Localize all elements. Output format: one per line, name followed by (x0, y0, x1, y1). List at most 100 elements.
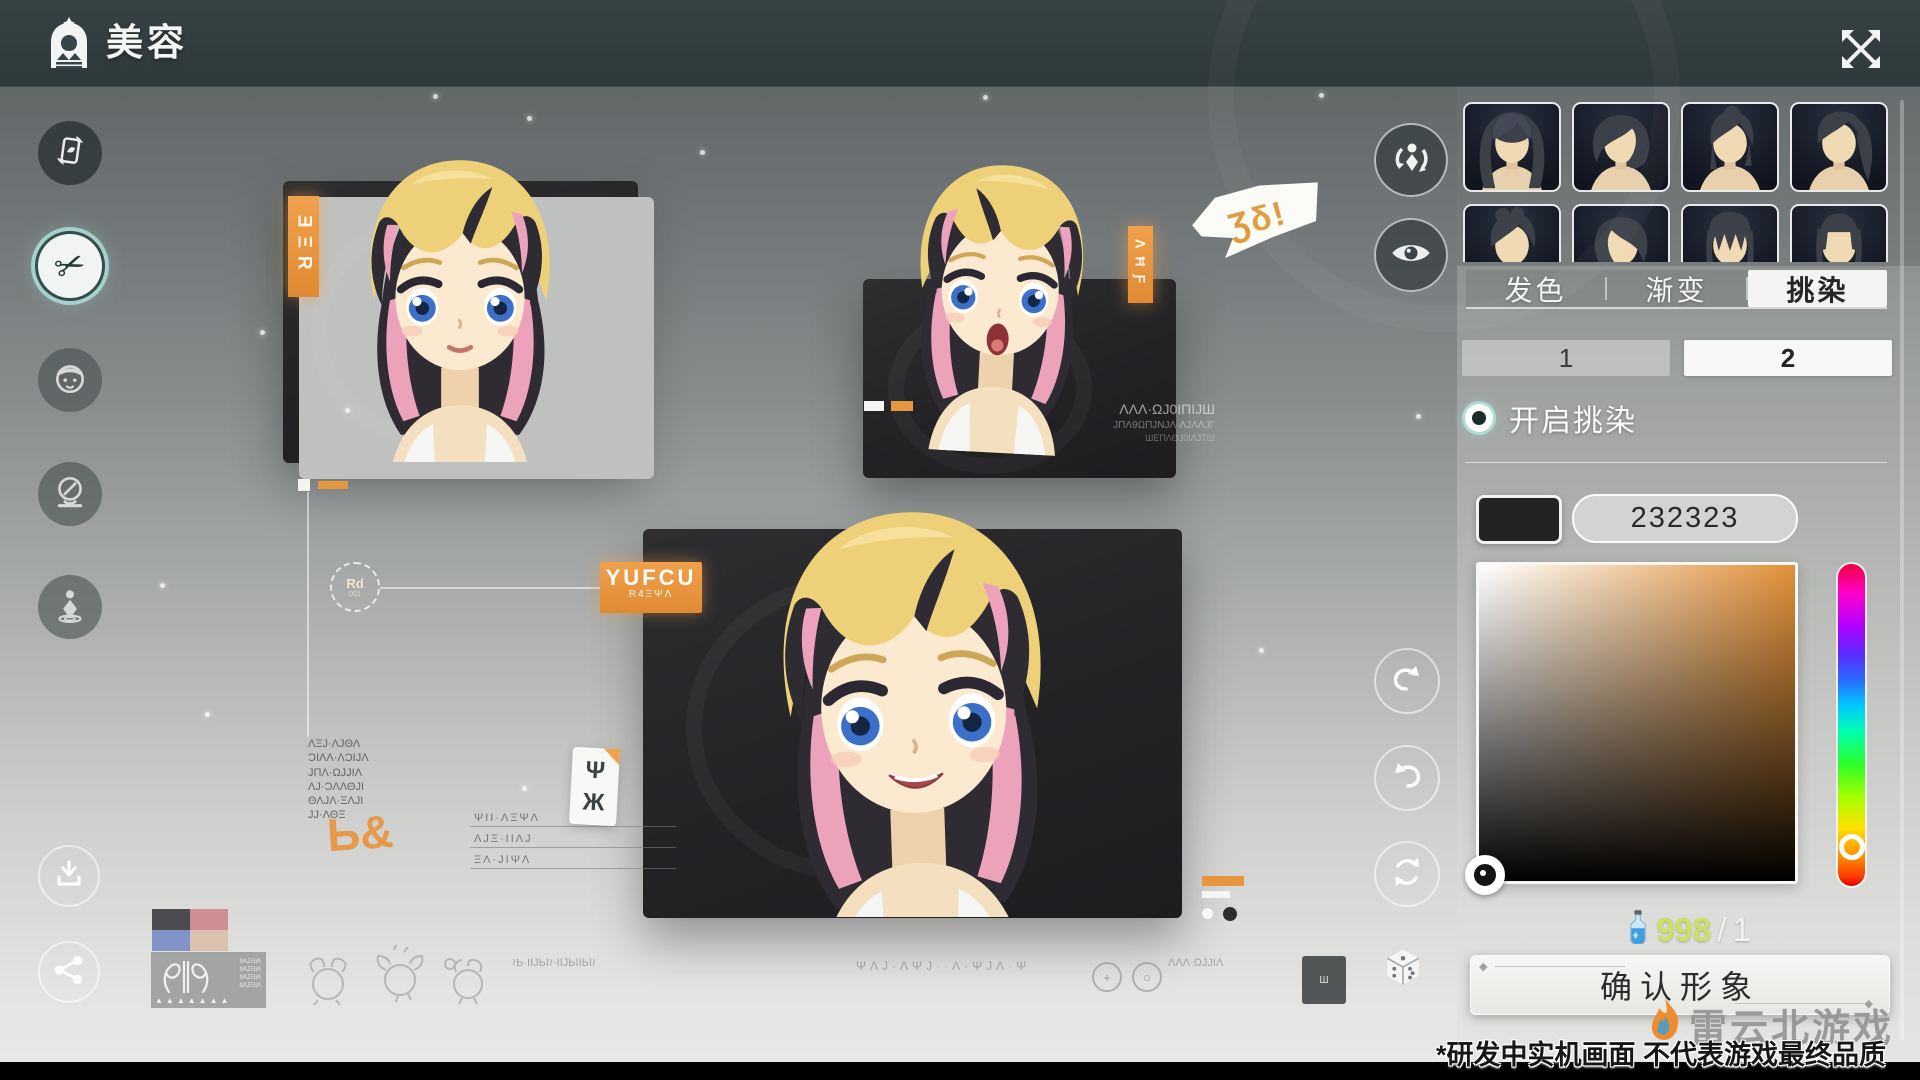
creature-doodle (368, 944, 428, 1009)
palette-swatch-2 (190, 909, 228, 930)
strip-circle-icon: ○ (1132, 962, 1162, 992)
hue-slider-handle[interactable] (1839, 834, 1865, 860)
sidebar-item-character-card[interactable] (38, 121, 102, 185)
scissors-icon: ✂ (50, 244, 91, 288)
strip-text-1: ≀Ь·ΙΙЈЬΙ≀·ΙΙЈЬΙΙЬΙ≀ (512, 956, 596, 971)
corner-line (1495, 966, 1625, 967)
sidebar-item-body[interactable] (38, 575, 102, 639)
sv-picker-handle[interactable] (1465, 855, 1505, 895)
current-color-swatch[interactable] (1476, 495, 1562, 544)
strip-text-3: ΛΛΛ·ΩЈЈΙΛ (1168, 956, 1223, 971)
decor-card: ΨЖ (569, 747, 620, 826)
hairstyle-thumbnail-straight-bangs[interactable] (1681, 204, 1779, 262)
hairstyle-thumbnail-bun-bangs[interactable] (1681, 102, 1779, 192)
highlight-toggle[interactable]: 开启挑染 (1465, 400, 1637, 436)
fullscreen-icon[interactable] (1836, 24, 1886, 74)
beauty-customization-screen: 美容 ✂ (0, 0, 1920, 1080)
hairstyle-thumbnail-side-ponytail[interactable] (1790, 102, 1888, 192)
sidebar-item-makeup[interactable] (38, 462, 102, 526)
currency-separator: / (1717, 911, 1726, 949)
side-view-tag-text: ΛĦƑ (1133, 239, 1149, 291)
face-icon (51, 359, 89, 402)
reset-button[interactable] (1374, 841, 1440, 907)
front-view-tag: ƎΞR (288, 196, 319, 297)
sidebar-item-face[interactable] (38, 348, 102, 412)
panel-ornament (686, 576, 1014, 880)
creature-doodle (440, 950, 496, 1011)
top-bar: 美容 (0, 0, 1920, 87)
reset-icon (1389, 854, 1425, 895)
undo-icon (1389, 758, 1425, 799)
front-view-tag-text: ƎΞR (293, 215, 315, 278)
download-icon (51, 856, 87, 897)
sparkle-dot (700, 150, 705, 155)
strip-icons: +○ (1092, 962, 1172, 992)
sparkle-dot (1416, 414, 1421, 419)
currency-row: 998 / 1 (1457, 910, 1920, 949)
sparkle-dot (1259, 648, 1264, 653)
progress-marks (864, 398, 913, 416)
undo-button[interactable] (1374, 745, 1440, 811)
decor-accent-glyph: Ь& (325, 804, 395, 862)
slot-tab-bar: 12 (1462, 340, 1892, 376)
stamp-border: ▲▲▲▲▲▲▲ (155, 996, 231, 1005)
color-tab-2[interactable]: 渐变 (1607, 270, 1746, 307)
radio-selected-icon (1465, 404, 1493, 432)
panel-ornament (888, 303, 1092, 474)
beauty-app-icon (48, 16, 90, 70)
sparkle-dot (433, 94, 438, 99)
decor-badge-sub: 001 (349, 591, 361, 598)
strip-dark-box: Ш (1302, 956, 1346, 1004)
color-tab-3[interactable]: 挑染 (1748, 270, 1887, 307)
sparkle-dot (522, 786, 527, 791)
decor-badge: Rd 001 (330, 562, 380, 612)
panel-scrollbar[interactable] (1900, 100, 1904, 1040)
saturation-value-picker[interactable] (1476, 562, 1798, 884)
style-code-sub: R4ΞΨΛ (600, 589, 702, 600)
dev-build-disclaimer: *研发中实机画面 不代表游戏最终品质 (1436, 1033, 1886, 1072)
hairstyle-thumbnail-blunt-bangs[interactable] (1790, 204, 1888, 262)
saved-palette (152, 909, 228, 951)
mirror-icon (51, 473, 89, 516)
strip-text-2: ΨΛЈ·ΛΨЈ··Λ·ΨЈΛ·Ψ (856, 958, 1030, 975)
sidebar-item-hairstyle[interactable]: ✂ (38, 234, 102, 298)
progress-marks (1202, 876, 1244, 924)
sparkle-dot (205, 712, 210, 717)
stamp-text: ΙΙΛЈΞΙΙΛΙΙΛЈΞΙΙΛΙΙΛЈΞΙΙΛΙΙΛЈΞΙΙΛ (239, 958, 261, 990)
sparkle-dot (527, 116, 532, 121)
dye-potion-icon (1626, 910, 1650, 949)
palette-swatch-3 (152, 930, 190, 951)
strip-plus-icon: + (1092, 962, 1122, 992)
style-code-tag: YUFCU R4ΞΨΛ (600, 562, 702, 613)
highlight-slot-tab-2[interactable]: 2 (1684, 340, 1892, 376)
palette-swatch-1 (152, 909, 190, 930)
body-icon (51, 586, 89, 629)
download-button[interactable] (38, 845, 100, 907)
share-button[interactable] (38, 941, 100, 1003)
hex-color-input[interactable]: 232323 (1572, 494, 1798, 543)
portrait-panel-side (863, 279, 1176, 478)
share-icon (52, 953, 86, 992)
hue-slider[interactable] (1838, 564, 1865, 886)
sparkle-dot (160, 583, 165, 588)
leader-line (380, 587, 602, 589)
divider (1466, 462, 1887, 463)
portrait-panel-front (283, 181, 638, 463)
dice-icon (1382, 946, 1424, 993)
leader-line (307, 492, 309, 737)
card-swap-icon (50, 131, 90, 176)
currency-cost: 1 (1732, 911, 1750, 949)
page-title: 美容 (106, 0, 188, 86)
highlight-toggle-label: 开启挑染 (1509, 396, 1637, 440)
progress-marks (298, 478, 348, 496)
redo-button[interactable] (1374, 648, 1440, 714)
style-code-title: YUFCU (600, 567, 702, 589)
palette-swatch-4 (190, 930, 228, 951)
sparkle-dot (983, 95, 988, 100)
highlight-slot-tab-1[interactable]: 1 (1462, 340, 1670, 376)
sparkle-dot (345, 408, 350, 413)
randomize-button[interactable] (1374, 940, 1432, 998)
portrait-panel-main (643, 529, 1182, 918)
decor-glyph-block-right: ΛΛΛ·ΩJ0ΙΠΙJШJΠΛ9ΩΠЈΝЈΛ·ΛЈΛΛЈГШЕΠΛΘЈ0ΙΛЈТ… (1045, 400, 1215, 445)
creature-doodle (298, 950, 356, 1011)
